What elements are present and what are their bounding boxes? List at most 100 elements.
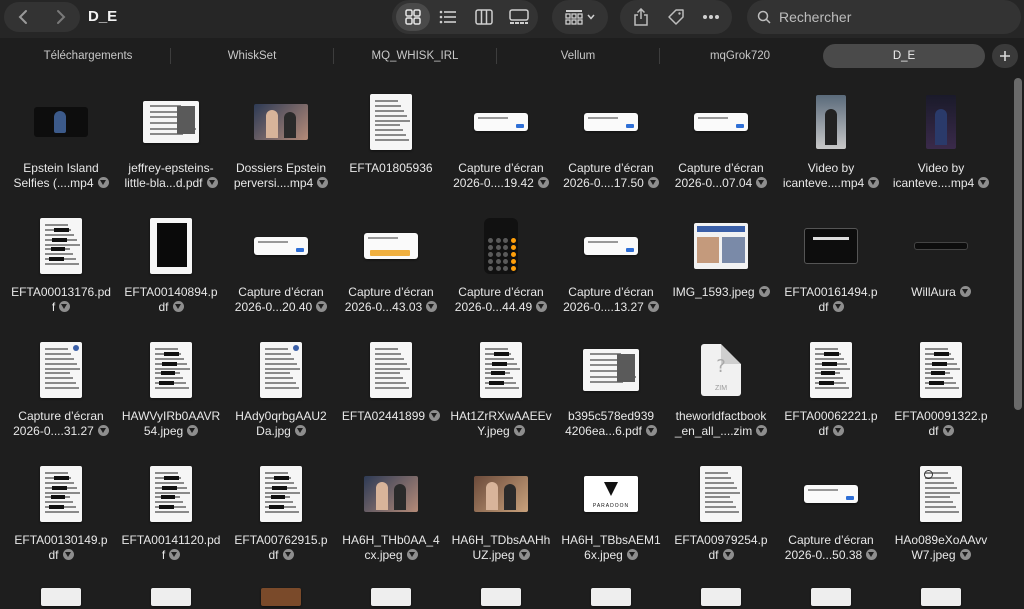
file-item[interactable]: EFTA00762915.p df bbox=[226, 458, 336, 574]
share-button[interactable] bbox=[626, 2, 656, 32]
file-thumbnail[interactable]: ? ZIM bbox=[666, 334, 776, 406]
file-item[interactable]: EFTA01805936 bbox=[336, 86, 446, 202]
file-item[interactable]: Capture d’écran 2026-0...50.38 bbox=[776, 458, 886, 574]
group-by-button[interactable] bbox=[552, 0, 608, 34]
search-input[interactable] bbox=[779, 9, 999, 25]
file-thumbnail[interactable] bbox=[666, 86, 776, 158]
file-item[interactable]: EFTA00140894.p df bbox=[116, 210, 226, 326]
file-thumbnail[interactable] bbox=[886, 458, 996, 530]
file-item[interactable]: ? ZIM theworldfactbook _en_all_....zim bbox=[666, 334, 776, 450]
file-thumbnail[interactable] bbox=[6, 334, 116, 406]
download-icon[interactable] bbox=[294, 425, 306, 436]
file-thumbnail[interactable] bbox=[446, 86, 556, 158]
file-thumbnail[interactable] bbox=[886, 210, 996, 282]
file-thumbnail[interactable] bbox=[446, 210, 556, 282]
file-item[interactable]: HA6H_THb0AA_4 cx.jpeg bbox=[336, 458, 446, 574]
file-thumbnail[interactable] bbox=[226, 86, 336, 158]
more-button[interactable] bbox=[696, 2, 726, 32]
download-icon[interactable] bbox=[97, 177, 109, 188]
file-thumbnail[interactable] bbox=[556, 334, 666, 406]
download-icon[interactable] bbox=[187, 425, 199, 436]
download-icon[interactable] bbox=[317, 177, 329, 188]
download-icon[interactable] bbox=[537, 177, 549, 188]
file-item[interactable]: Capture d’écran 2026-0...20.40 bbox=[226, 210, 336, 326]
file-thumbnail[interactable] bbox=[336, 210, 446, 282]
file-item[interactable]: Capture d’écran 2026-0...07.04 bbox=[666, 86, 776, 202]
download-icon[interactable] bbox=[406, 549, 418, 560]
file-item[interactable]: Capture d’écran 2026-0...44.49 bbox=[446, 210, 556, 326]
file-item[interactable]: Capture d’écran 2026-0....19.42 bbox=[446, 86, 556, 202]
file-thumbnail[interactable] bbox=[336, 86, 446, 158]
file-item[interactable]: Capture d’écran 2026-0....17.50 bbox=[556, 86, 666, 202]
file-item[interactable]: WillAura bbox=[886, 210, 996, 326]
download-icon[interactable] bbox=[62, 549, 74, 560]
file-item[interactable]: Capture d’écran 2026-0....13.27 bbox=[556, 210, 666, 326]
download-icon[interactable] bbox=[426, 301, 438, 312]
file-item[interactable]: EFTA00141120.pd f bbox=[116, 458, 226, 574]
download-icon[interactable] bbox=[645, 425, 657, 436]
download-icon[interactable] bbox=[832, 425, 844, 436]
file-item[interactable]: b395c578ed939 4206ea...6.pdf bbox=[556, 334, 666, 450]
file-item[interactable]: EFTA00130149.p df bbox=[6, 458, 116, 574]
file-item[interactable]: jeffrey-epsteins-little-bla...d.pdf bbox=[116, 86, 226, 202]
file-thumbnail[interactable] bbox=[336, 334, 446, 406]
file-item[interactable]: Capture d’écran 2026-0...43.03 bbox=[336, 210, 446, 326]
file-item[interactable]: Capture d’écran 2026-0....31.27 bbox=[6, 334, 116, 450]
file-item[interactable]: Video by icanteve....mp4 bbox=[776, 86, 886, 202]
file-thumbnail[interactable]: PARADOON bbox=[556, 458, 666, 530]
download-icon[interactable] bbox=[172, 301, 184, 312]
download-icon[interactable] bbox=[59, 301, 71, 312]
file-item[interactable]: EFTA00091322.p df bbox=[886, 334, 996, 450]
file-item[interactable]: HAdy0qrbgAAU2 Da.jpg bbox=[226, 334, 336, 450]
file-thumbnail[interactable] bbox=[446, 458, 556, 530]
download-icon[interactable] bbox=[756, 425, 768, 436]
download-icon[interactable] bbox=[97, 425, 109, 436]
download-icon[interactable] bbox=[959, 286, 971, 297]
download-icon[interactable] bbox=[282, 549, 294, 560]
tab-whiskset[interactable]: WhiskSet bbox=[171, 44, 333, 68]
gallery-view-button[interactable] bbox=[503, 3, 537, 31]
download-icon[interactable] bbox=[868, 177, 880, 188]
download-icon[interactable] bbox=[647, 301, 659, 312]
vertical-scrollbar[interactable] bbox=[1014, 78, 1022, 410]
file-thumbnail[interactable] bbox=[6, 210, 116, 282]
download-icon[interactable] bbox=[758, 286, 770, 297]
file-thumbnail[interactable] bbox=[776, 458, 886, 530]
new-tab-button[interactable] bbox=[992, 44, 1018, 68]
file-item[interactable]: PARADOON HA6H_TBbsAEM1 6x.jpeg bbox=[556, 458, 666, 574]
file-thumbnail[interactable] bbox=[116, 458, 226, 530]
forward-button[interactable] bbox=[46, 2, 76, 32]
file-thumbnail[interactable] bbox=[886, 334, 996, 406]
download-icon[interactable] bbox=[756, 177, 768, 188]
file-item[interactable]: IMG_1593.jpeg bbox=[666, 210, 776, 326]
download-icon[interactable] bbox=[722, 549, 734, 560]
file-item[interactable]: EFTA00161494.p df bbox=[776, 210, 886, 326]
file-thumbnail[interactable] bbox=[666, 458, 776, 530]
download-icon[interactable] bbox=[959, 549, 971, 560]
file-item[interactable]: EFTA00013176.pd f bbox=[6, 210, 116, 326]
tab-d-e[interactable]: D_E bbox=[823, 44, 985, 68]
file-thumbnail[interactable] bbox=[226, 458, 336, 530]
search-field[interactable] bbox=[747, 0, 1021, 34]
file-item[interactable]: HAo089eXoAAvv W7.jpeg bbox=[886, 458, 996, 574]
file-item[interactable]: HA6H_TDbsAAHh UZ.jpeg bbox=[446, 458, 556, 574]
file-thumbnail[interactable] bbox=[6, 458, 116, 530]
tab-mqgrok720[interactable]: mqGrok720 bbox=[660, 44, 820, 68]
file-thumbnail[interactable] bbox=[776, 210, 886, 282]
file-item[interactable]: HAt1ZrRXwAAEEv Y.jpeg bbox=[446, 334, 556, 450]
column-view-button[interactable] bbox=[467, 3, 501, 31]
tab-telechargements[interactable]: Téléchargements bbox=[6, 44, 170, 68]
download-icon[interactable] bbox=[647, 177, 659, 188]
file-thumbnail[interactable] bbox=[666, 210, 776, 282]
file-item[interactable]: EFTA00062221.p df bbox=[776, 334, 886, 450]
file-thumbnail[interactable] bbox=[336, 458, 446, 530]
download-icon[interactable] bbox=[169, 549, 181, 560]
file-thumbnail[interactable] bbox=[556, 86, 666, 158]
file-thumbnail[interactable] bbox=[116, 210, 226, 282]
download-icon[interactable] bbox=[866, 549, 878, 560]
file-thumbnail[interactable] bbox=[446, 334, 556, 406]
back-button[interactable] bbox=[8, 2, 38, 32]
download-icon[interactable] bbox=[626, 549, 638, 560]
download-icon[interactable] bbox=[513, 425, 525, 436]
download-icon[interactable] bbox=[206, 177, 218, 188]
